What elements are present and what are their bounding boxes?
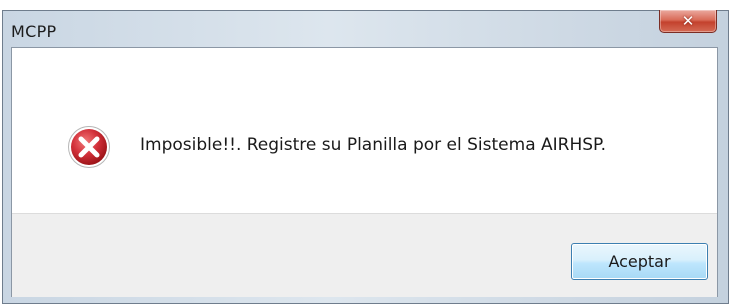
close-button[interactable]: ✕ [659, 10, 717, 33]
title-bar[interactable]: MCPP ✕ [3, 10, 728, 47]
close-icon: ✕ [681, 11, 695, 30]
dialog-content: Imposible!!. Registre su Planilla por el… [12, 48, 717, 213]
dialog-button-bar: Aceptar [12, 213, 717, 297]
error-icon [68, 126, 110, 168]
message-dialog: MCPP ✕ Imposible!!. Registre su Planilla… [2, 10, 729, 304]
dialog-message: Imposible!!. Registre su Planilla por el… [140, 135, 607, 155]
accept-button[interactable]: Aceptar [571, 243, 708, 280]
dialog-client-area: Imposible!!. Registre su Planilla por el… [11, 47, 718, 297]
window-title: MCPP [11, 22, 57, 41]
